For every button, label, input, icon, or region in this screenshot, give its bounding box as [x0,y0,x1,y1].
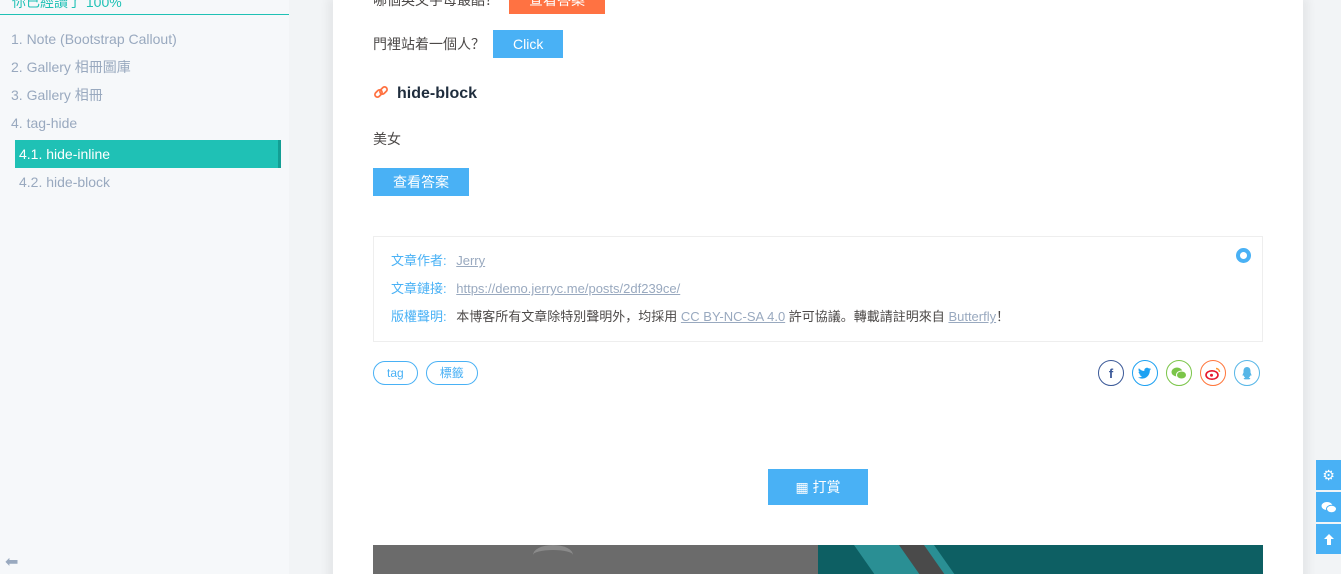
site-link[interactable]: Butterfly [948,309,996,324]
notice-text-pre: 本博客所有文章除特別聲明外，均採用 [456,309,678,324]
table-of-contents: 1. Note (Bootstrap Callout) 2. Gallery 相… [0,28,289,196]
post-tags: tag 標籤 [373,361,486,385]
license-link[interactable]: CC BY-NC-SA 4.0 [681,309,785,324]
sidebar: 你已經讀了 100% 1. Note (Bootstrap Callout) 2… [0,0,289,574]
toc-item-tag-hide[interactable]: 4. tag-hide [0,112,289,140]
post-copyright: 文章作者: Jerry 文章鏈接: https://demo.jerryc.me… [373,236,1263,342]
facebook-icon[interactable]: f [1098,360,1124,386]
hidden-content-text: 美女 [373,131,401,147]
author-link[interactable]: Jerry [456,253,485,268]
rightside-buttons: ⚙ [1316,460,1341,556]
cover-image-left [373,545,818,574]
toc-item-gallery-album[interactable]: 2. Gallery 相冊圖庫 [0,56,289,84]
twitter-icon[interactable] [1132,360,1158,386]
author-label: 文章作者: [391,253,447,268]
settings-icon[interactable]: ⚙ [1316,460,1341,490]
link-label: 文章鏈接: [391,281,447,296]
link-icon[interactable] [373,84,391,104]
toc-item-hide-inline[interactable]: 4.1. hide-inline [15,140,281,168]
reward-label: 打賞 [812,479,841,495]
toc-item-note[interactable]: 1. Note (Bootstrap Callout) [0,28,289,56]
copyright-author-row: 文章作者: Jerry [391,247,1245,275]
hide-inline-row-2: 門裡站着一個人？ Click [373,30,564,58]
tag-chip[interactable]: tag [373,361,418,385]
reward-button[interactable]: ▦ 打賞 [768,469,868,505]
qrcode-icon: ▦ [795,479,809,495]
next-post-cover-image[interactable] [373,545,1263,574]
reading-progress: 你已經讀了 100% [12,0,122,10]
toc-item-gallery[interactable]: 3. Gallery 相冊 [0,84,289,112]
post-card: 哪個英文字母最酷？ 查看答案 門裡站着一個人？ Click hide-block… [333,0,1303,574]
tag-chip[interactable]: 標籤 [425,361,478,385]
weibo-icon[interactable] [1200,360,1226,386]
cover-image-right [818,545,1263,574]
notice-text-mid: 許可協議。轉載請註明來自 [788,309,945,324]
toc-sublist: 4.1. hide-inline 4.2. hide-block [0,140,289,196]
toc-item-hide-block[interactable]: 4.2. hide-block [15,168,289,196]
heading-text: hide-block [397,85,478,102]
notice-text-end: ！ [996,309,1010,324]
question-text-1: 哪個英文字母最酷？ [373,0,499,8]
comments-icon[interactable] [1316,492,1341,522]
notice-label: 版權聲明: [391,309,447,324]
wechat-icon[interactable] [1166,360,1192,386]
copyright-circle-icon [1236,248,1251,263]
show-answer-button[interactable]: 查看答案 [373,168,469,196]
question-text-2: 門裡站着一個人？ [373,36,485,52]
click-button[interactable]: Click [493,30,564,58]
copyright-notice-row: 版權聲明: 本博客所有文章除特別聲明外，均採用 CC BY-NC-SA 4.0 … [391,303,1245,331]
qq-icon[interactable] [1234,360,1260,386]
share-buttons: f [1090,360,1260,386]
arrow-left-icon[interactable]: ⬅ [5,552,18,572]
copyright-link-row: 文章鏈接: https://demo.jerryc.me/posts/2df23… [391,275,1245,303]
progress-line [0,14,289,15]
post-url-link[interactable]: https://demo.jerryc.me/posts/2df239ce/ [456,281,680,296]
section-heading: hide-block [373,84,477,104]
hide-inline-row-1: 哪個英文字母最酷？ 查看答案 [373,0,605,14]
back-to-top-icon[interactable] [1316,524,1341,554]
show-answer-button-orange[interactable]: 查看答案 [509,0,605,14]
